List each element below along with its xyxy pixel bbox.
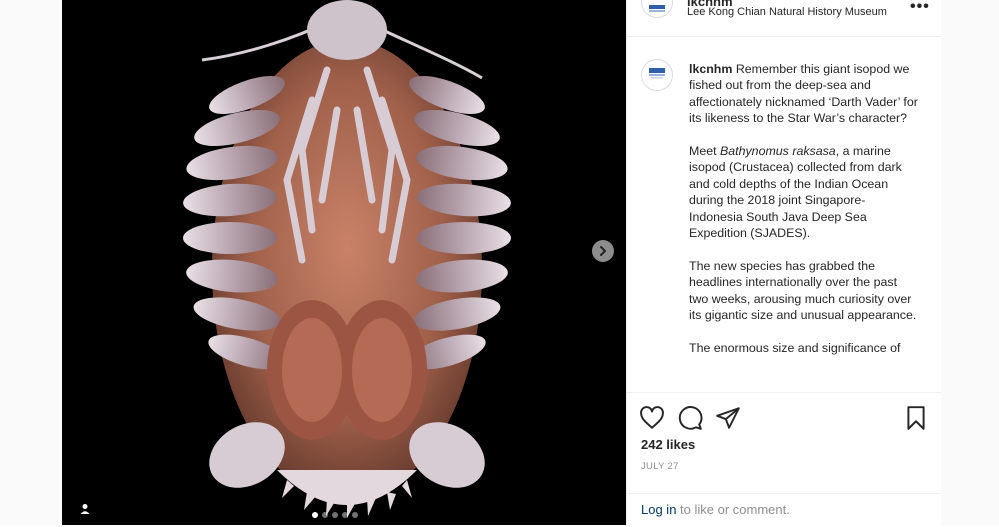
login-link[interactable]: Log in <box>641 502 676 517</box>
chevron-right-icon <box>600 246 607 256</box>
likes-count[interactable]: 242 likes <box>641 437 695 452</box>
login-prompt-text: to like or comment. <box>676 502 790 517</box>
carousel-dot <box>342 512 348 518</box>
carousel-dot <box>332 512 338 518</box>
comment-icon <box>678 406 703 430</box>
more-options-button[interactable]: ••• <box>910 0 930 16</box>
user-tag-icon <box>80 504 90 514</box>
carousel-dot <box>352 512 358 518</box>
caption-username[interactable]: lkcnhm <box>689 62 732 76</box>
carousel-next-button[interactable] <box>592 240 614 262</box>
post-actions: 242 likes JULY 27 Log in to like or comm… <box>627 392 941 526</box>
species-name: Bathynomus raksasa <box>720 144 836 159</box>
post-media[interactable] <box>62 0 626 525</box>
caption-paragraph: The enormous size and significance of <box>689 340 901 355</box>
carousel-dot <box>312 512 318 518</box>
museum-logo-icon <box>649 5 665 12</box>
paper-plane-icon <box>716 407 740 429</box>
caption-scroll-area[interactable]: lkcnhm Remember this giant isopod we fis… <box>627 37 941 392</box>
post-caption: lkcnhm Remember this giant isopod we fis… <box>689 61 919 373</box>
caption-paragraph: The new species has grabbed the headline… <box>689 258 917 323</box>
save-button[interactable] <box>903 405 929 431</box>
avatar[interactable] <box>641 59 673 91</box>
share-button[interactable] <box>715 405 741 431</box>
caption-paragraph: lkcnhm Remember this giant isopod we fis… <box>689 61 919 127</box>
comment-bar: Log in to like or comment. <box>627 493 941 527</box>
post-side-panel: lkcnhm Lee Kong Chian Natural History Mu… <box>626 0 941 525</box>
post-header: lkcnhm Lee Kong Chian Natural History Mu… <box>627 0 941 37</box>
login-prompt: Log in to like or comment. <box>641 502 790 517</box>
avatar[interactable] <box>641 0 673 18</box>
carousel-indicator <box>312 512 358 518</box>
caption-text: , a marine isopod (Crustacea) collected … <box>689 144 902 241</box>
caption-paragraph: Meet Bathynomus raksasa, a marine isopod… <box>689 143 919 241</box>
page-gutter-right <box>940 0 999 525</box>
carousel-dot <box>322 512 328 518</box>
bookmark-icon <box>907 406 925 430</box>
caption-text: Meet <box>689 144 720 159</box>
museum-logo-icon <box>649 68 665 79</box>
like-button[interactable] <box>639 405 665 431</box>
user-tag-button[interactable] <box>76 500 94 518</box>
header-location[interactable]: Lee Kong Chian Natural History Museum <box>687 6 887 18</box>
comment-button[interactable] <box>677 405 703 431</box>
page-gutter-left <box>0 0 62 525</box>
isopod-photo <box>62 0 626 525</box>
heart-icon <box>640 406 664 429</box>
post-date[interactable]: JULY 27 <box>641 461 679 472</box>
